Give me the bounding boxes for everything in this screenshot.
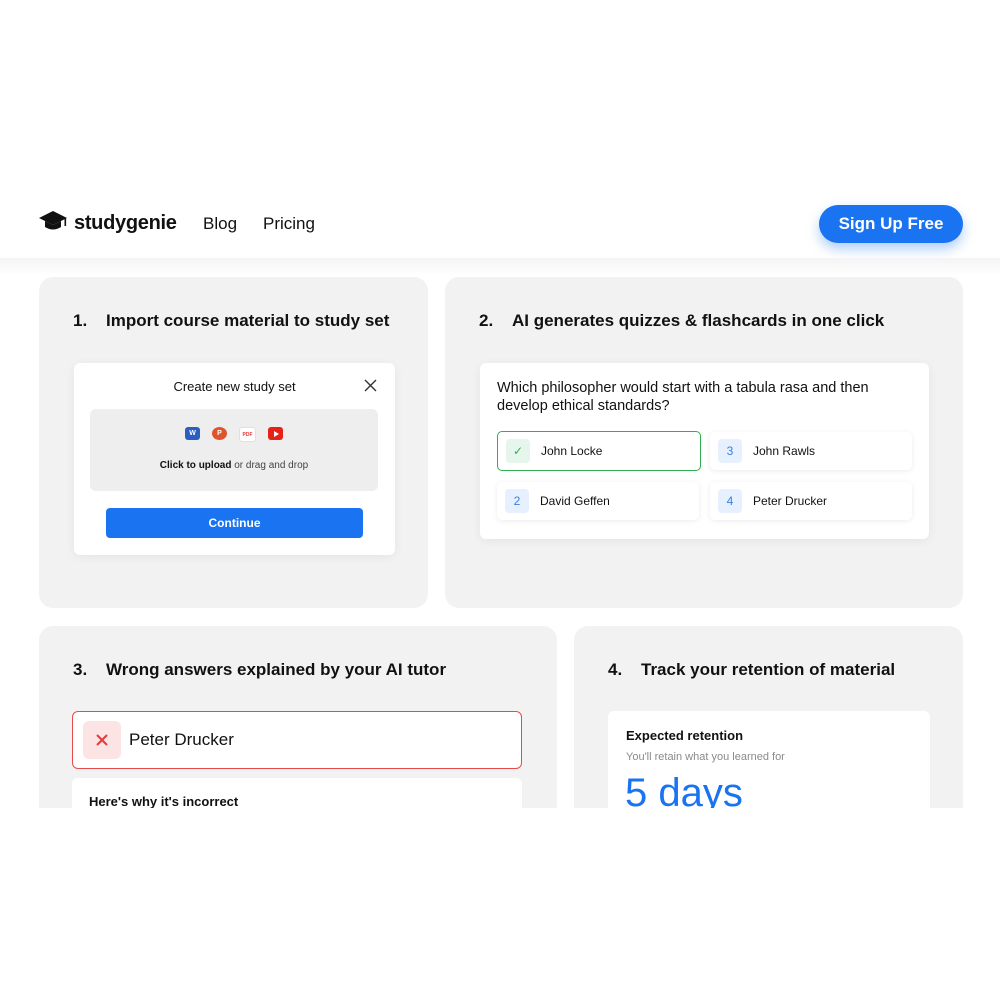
step-title: 1. Import course material to study set <box>73 311 389 331</box>
answer-option[interactable]: 3 John Rawls <box>710 432 912 470</box>
step-title-text: Import course material to study set <box>106 311 390 330</box>
answer-label: David Geffen <box>540 494 610 508</box>
nav-blog[interactable]: Blog <box>203 214 237 234</box>
close-icon <box>83 721 121 759</box>
answer-label: Peter Drucker <box>753 494 828 508</box>
step-number: 1. <box>73 311 88 330</box>
word-icon: W <box>185 427 200 440</box>
explanation-heading: Here's why it's incorrect <box>89 794 239 809</box>
step-title-text: Track your retention of material <box>641 660 896 679</box>
check-icon: ✓ <box>506 439 530 463</box>
retention-heading: Expected retention <box>626 728 744 743</box>
continue-button[interactable]: Continue <box>106 508 363 538</box>
create-study-set-dialog: Create new study set W P PDF Click to up… <box>74 363 395 555</box>
wrong-answer-box: Peter Drucker <box>72 711 522 769</box>
answer-label: John Locke <box>541 444 603 458</box>
quiz-panel: Which philosopher would start with a tab… <box>480 363 929 539</box>
pdf-icon: PDF <box>239 427 256 442</box>
answer-option[interactable]: 2 David Geffen <box>497 482 699 520</box>
step-number: 2. <box>479 311 494 330</box>
page-bottom-blank <box>0 808 1000 1000</box>
logo[interactable]: studygenie <box>38 210 177 237</box>
step-card-quiz: 2. AI generates quizzes & flashcards in o… <box>445 277 963 608</box>
upload-instructions: Click to upload or drag and drop <box>90 460 378 471</box>
step-title-text: Wrong answers explained by your AI tutor <box>106 660 447 679</box>
close-icon[interactable] <box>364 379 377 397</box>
powerpoint-icon: P <box>212 427 227 440</box>
file-type-icons: W P PDF <box>90 427 378 442</box>
site-header: studygenie Blog Pricing Sign Up Free <box>0 190 1000 260</box>
youtube-icon <box>268 427 283 440</box>
brand-name: studygenie <box>74 212 177 234</box>
step-title: 2. AI generates quizzes & flashcards in o… <box>479 311 884 331</box>
step-title-text: AI generates quizzes & flashcards in one… <box>512 311 885 330</box>
step-title: 3. Wrong answers explained by your AI tut… <box>73 660 446 680</box>
header-divider <box>0 258 1000 276</box>
sign-up-button[interactable]: Sign Up Free <box>819 205 963 243</box>
step-title: 4. Track your retention of material <box>608 660 895 680</box>
answer-number-badge: 3 <box>718 439 742 463</box>
step-card-import: 1. Import course material to study set Cr… <box>39 277 428 608</box>
answer-number-badge: 4 <box>718 489 742 513</box>
upload-dropzone[interactable]: W P PDF Click to upload or drag and drop <box>90 409 378 491</box>
dialog-title: Create new study set <box>173 379 296 394</box>
upload-hint: or drag and drop <box>231 460 309 471</box>
retention-subtitle: You'll retain what you learned for <box>626 751 785 763</box>
step-number: 3. <box>73 660 88 679</box>
answer-option[interactable]: 4 Peter Drucker <box>710 482 912 520</box>
answer-number-badge: 2 <box>505 489 529 513</box>
wrong-answer-label: Peter Drucker <box>129 730 234 749</box>
nav-pricing[interactable]: Pricing <box>263 214 315 234</box>
upload-link[interactable]: Click to upload <box>160 460 232 471</box>
step-number: 4. <box>608 660 623 679</box>
answer-label: John Rawls <box>753 444 816 458</box>
answer-option-correct[interactable]: ✓ John Locke <box>497 431 701 471</box>
graduation-cap-icon <box>38 210 68 237</box>
quiz-question: Which philosopher would start with a tab… <box>497 380 869 414</box>
